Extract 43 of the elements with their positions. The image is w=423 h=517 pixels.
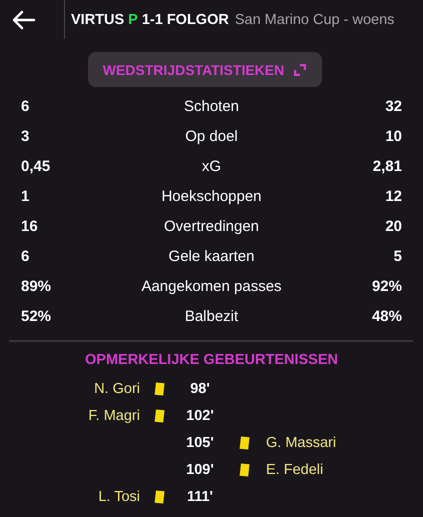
away-stat-value: 10 bbox=[385, 128, 402, 144]
away-stat-value: 12 bbox=[385, 188, 402, 204]
stat-label: Gele kaarten bbox=[168, 248, 254, 264]
penalty-marker: P bbox=[128, 12, 138, 28]
home-stat-value: 52% bbox=[21, 308, 52, 324]
expand-icon bbox=[294, 64, 306, 76]
player-name: F. Magri bbox=[88, 408, 141, 424]
home-stat-value: 6 bbox=[21, 248, 30, 264]
match-stats-button[interactable]: WEDSTRIJDSTATISTIEKEN bbox=[88, 52, 322, 87]
player-name: G. Massari bbox=[265, 434, 336, 450]
away-stat-value: 92% bbox=[372, 278, 402, 294]
player-name: N. Gori bbox=[94, 380, 141, 396]
away-stat-value: 32 bbox=[385, 98, 402, 114]
away-stat-value: 2,81 bbox=[372, 158, 402, 174]
player-name: E. Fedeli bbox=[265, 462, 324, 478]
home-team-name: VIRTUS bbox=[71, 12, 124, 28]
event-minute: 98' bbox=[190, 380, 210, 396]
away-stat-value: 20 bbox=[385, 218, 402, 234]
home-stat-value: 0,45 bbox=[21, 158, 50, 174]
event-minute: 111' bbox=[186, 488, 214, 504]
home-stat-value: 3 bbox=[21, 128, 30, 144]
stat-label: Overtredingen bbox=[164, 218, 260, 234]
match-score: 1-1 bbox=[142, 12, 163, 28]
back-arrow-icon bbox=[12, 10, 36, 30]
event-minute: 105' bbox=[186, 434, 214, 450]
away-team-name: FOLGOR bbox=[166, 12, 229, 28]
stat-label: Aangekomen passes bbox=[141, 278, 282, 294]
stat-label: Schoten bbox=[184, 98, 240, 114]
home-stat-value: 1 bbox=[21, 188, 30, 204]
stat-label: Op doel bbox=[185, 128, 238, 144]
stat-label: xG bbox=[202, 158, 222, 174]
stat-label: Hoekschoppen bbox=[161, 188, 262, 204]
event-minute: 109' bbox=[186, 462, 214, 478]
away-stat-value: 5 bbox=[394, 248, 402, 264]
stat-label: Balbezit bbox=[184, 308, 238, 324]
competition-name: San Marino Cup - woens bbox=[234, 12, 394, 28]
away-stat-value: 48% bbox=[372, 308, 402, 324]
home-stat-value: 89% bbox=[21, 278, 52, 294]
player-name: L. Tosi bbox=[98, 488, 141, 504]
home-stat-value: 16 bbox=[21, 218, 38, 234]
event-minute: 102' bbox=[186, 408, 214, 424]
events-heading: OPMERKELIJKE GEBEURTENISSEN bbox=[84, 352, 339, 368]
home-stat-value: 6 bbox=[21, 98, 30, 114]
